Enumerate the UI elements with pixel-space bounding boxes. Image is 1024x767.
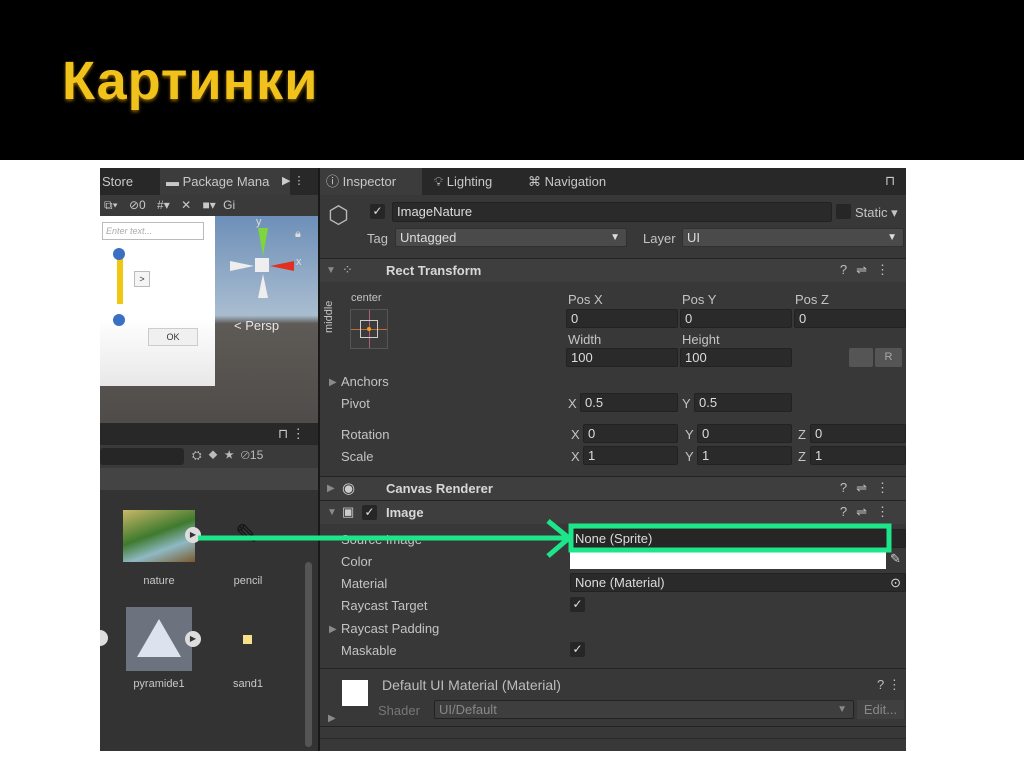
annotation-arrow (198, 519, 892, 558)
highlight-box (568, 523, 892, 553)
